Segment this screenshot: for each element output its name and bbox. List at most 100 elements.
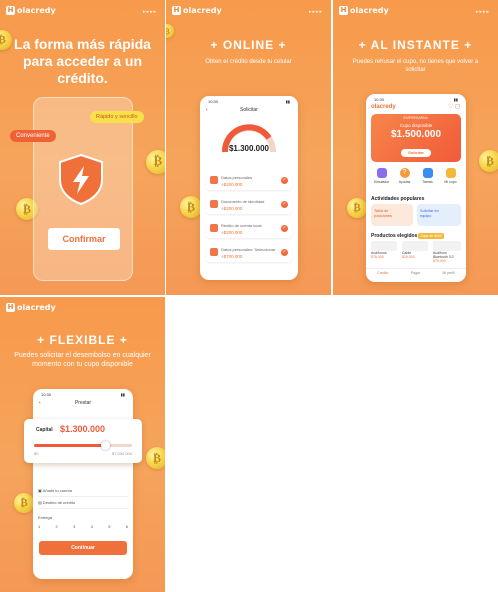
- screen-title: Prestar: [74, 400, 92, 406]
- id-card-icon: [210, 200, 218, 208]
- brand-logo: H olacredy: [6, 303, 56, 312]
- brand-mark: H: [339, 6, 348, 15]
- plazo-option[interactable]: 1: [38, 524, 40, 529]
- destination-field[interactable]: ▤ Destino de crédito: [38, 497, 128, 509]
- check-icon: ✓: [281, 249, 288, 256]
- capital-value: $1.300.000: [60, 424, 106, 434]
- product-price: $70.000: [433, 259, 446, 263]
- account-label: Añadir tu cuenta: [42, 488, 72, 493]
- coin-icon: ₿: [347, 198, 367, 218]
- nav-perfil[interactable]: Mi perfil: [443, 271, 455, 282]
- product-item[interactable]: Audifono Bluetooth 3.0 $70.000: [433, 241, 461, 263]
- headline: La forma más rápida para acceder a un cr…: [14, 36, 151, 86]
- quick-item[interactable]: Mi cupo: [441, 168, 461, 190]
- list-item[interactable]: Documento de identidad +$200.000 ✓: [206, 196, 292, 214]
- profile-icon: [210, 176, 218, 184]
- subtitle: Puedes solicitar el desembolso en cualqu…: [14, 352, 151, 368]
- brand-name: olacredy: [183, 6, 222, 15]
- quick-item[interactable]: ? Ayudas: [395, 168, 415, 190]
- tag-rapido: Rápido y sencillo: [90, 111, 144, 123]
- row-amount: +$200.000: [221, 182, 243, 187]
- arrows-icon: ▸▸▸▸: [142, 9, 157, 15]
- nav-credito[interactable]: Crédito: [377, 271, 388, 282]
- continue-button[interactable]: Continuar: [39, 541, 127, 555]
- popular-card[interactable]: Solicitar en equipo: [417, 204, 461, 226]
- document-icon: [210, 248, 218, 256]
- screen-title: Solicitar: [240, 107, 258, 113]
- list-item[interactable]: Recibo de cuenta local +$200.000 ✓: [206, 220, 292, 238]
- app-logo: olacredy: [371, 104, 396, 110]
- notification-icon[interactable]: ♡ ◻: [448, 103, 460, 110]
- nav-pagar[interactable]: Pagar: [411, 271, 420, 282]
- products-tag: Cupo de $100: [418, 233, 444, 239]
- phone-mockup: 10:30 ▮▮ ‹ Prestar ▣ Añadir tu cuenta ▤ D…: [33, 389, 133, 579]
- plazo-option[interactable]: 2: [56, 524, 58, 529]
- card-badge: EMPRESARIAL: [403, 116, 429, 120]
- headphones-icon: [371, 241, 397, 251]
- product-item[interactable]: Cable $19.000: [402, 241, 428, 259]
- quick-item[interactable]: Tareas: [418, 168, 438, 190]
- quick-label: Simulador: [373, 180, 390, 184]
- coin-icon: ₿: [146, 150, 165, 174]
- brand-name: olacredy: [350, 6, 389, 15]
- slider-fill: [34, 444, 105, 447]
- coin-icon: ₿: [146, 447, 165, 469]
- headline: + ONLINE +: [210, 38, 287, 52]
- list-item[interactable]: Datos personales +$200.000 ✓: [206, 172, 292, 190]
- check-icon: ✓: [281, 177, 288, 184]
- quick-item[interactable]: Simulador: [372, 168, 392, 190]
- confirm-button[interactable]: Confirmar: [48, 228, 120, 250]
- row-title: Recibo de cuenta local: [221, 223, 262, 228]
- plazo-option[interactable]: 4: [91, 524, 93, 529]
- phone-mockup: 10:30 ▮▮ olacredy ♡ ◻ EMPRESARIAL Cupo di…: [366, 94, 466, 282]
- row-amount: +$200.000: [221, 206, 243, 211]
- row-title: Documento de identidad: [221, 199, 265, 204]
- brand-mark: H: [172, 6, 181, 15]
- quick-actions: Simulador ? Ayudas Tareas Mi cupo: [370, 168, 462, 190]
- list-item[interactable]: Datos personales: Seleccionar +$700.000 …: [206, 244, 292, 262]
- amount: $1.300.000: [228, 144, 270, 153]
- screen-header: ‹ Solicitar: [200, 104, 298, 116]
- brand-mark: H: [6, 6, 15, 15]
- capital-slider[interactable]: [34, 441, 132, 450]
- back-icon[interactable]: ‹: [206, 104, 208, 116]
- arrows-icon: ▸▸▸▸: [475, 9, 490, 15]
- plazo-option[interactable]: 3: [73, 524, 75, 529]
- plazo-options: 1 2 3 4 5 6: [38, 524, 128, 529]
- product-price: $19.000: [402, 255, 415, 259]
- bottom-nav: Crédito Pagar Mi perfil: [366, 268, 466, 282]
- panel-flexible: H olacredy + FLEXIBLE + Puedes solicitar…: [0, 297, 165, 592]
- row-title: Datos personales: Seleccionar: [221, 247, 276, 252]
- account-field[interactable]: ▣ Añadir tu cuenta: [38, 485, 128, 497]
- slider-handle[interactable]: [100, 441, 110, 450]
- solicitar-button[interactable]: Solicitar: [401, 149, 431, 157]
- status-bar: 10:30 ▮▮: [366, 94, 466, 102]
- popular-label: Tabla de posiciones: [374, 209, 392, 218]
- help-icon: ?: [399, 168, 410, 178]
- product-item[interactable]: Audifonos $78.000: [371, 241, 397, 259]
- panel-conveniente: H olacredy ▸▸▸▸ ₿ ₿ ₿ La forma más rápid…: [0, 0, 165, 295]
- coin-icon: ₿: [479, 150, 498, 172]
- quick-label: Ayudas: [398, 180, 411, 184]
- row-amount: +$700.000: [221, 254, 243, 259]
- earbuds-icon: [433, 241, 461, 251]
- subtitle: Obten el crédito desde tu celular: [205, 59, 292, 65]
- credit-card: EMPRESARIAL Cupo disponible $1.500.000 S…: [371, 114, 461, 162]
- brand-mark: H: [6, 303, 15, 312]
- status-bar: 10:30 ▮▮: [200, 96, 298, 104]
- panel-al-instante: H olacredy ▸▸▸▸ + AL INSTANTE + Puedes r…: [333, 0, 498, 295]
- popular-label: Solicitar en equipo: [420, 209, 439, 218]
- popular-title: Actividades populares: [371, 196, 425, 202]
- back-icon[interactable]: ‹: [39, 397, 41, 409]
- status-bar: 10:30 ▮▮: [33, 389, 133, 397]
- phone-mockup: 10:30 ▮▮ ‹ Solicitar $1.300.000 Datos per…: [200, 96, 298, 280]
- coin-icon: ₿: [180, 196, 202, 218]
- tag-conveniente: Conveniente: [10, 130, 56, 142]
- coin-icon: ₿: [166, 24, 174, 38]
- calculator-icon: [376, 168, 387, 178]
- brand-name: olacredy: [17, 303, 56, 312]
- popular-card[interactable]: Tabla de posiciones: [371, 204, 413, 226]
- plazo-option[interactable]: 6: [126, 524, 128, 529]
- plazo-option[interactable]: 5: [108, 524, 110, 529]
- product-name: Audifono Bluetooth 3.0: [433, 251, 454, 259]
